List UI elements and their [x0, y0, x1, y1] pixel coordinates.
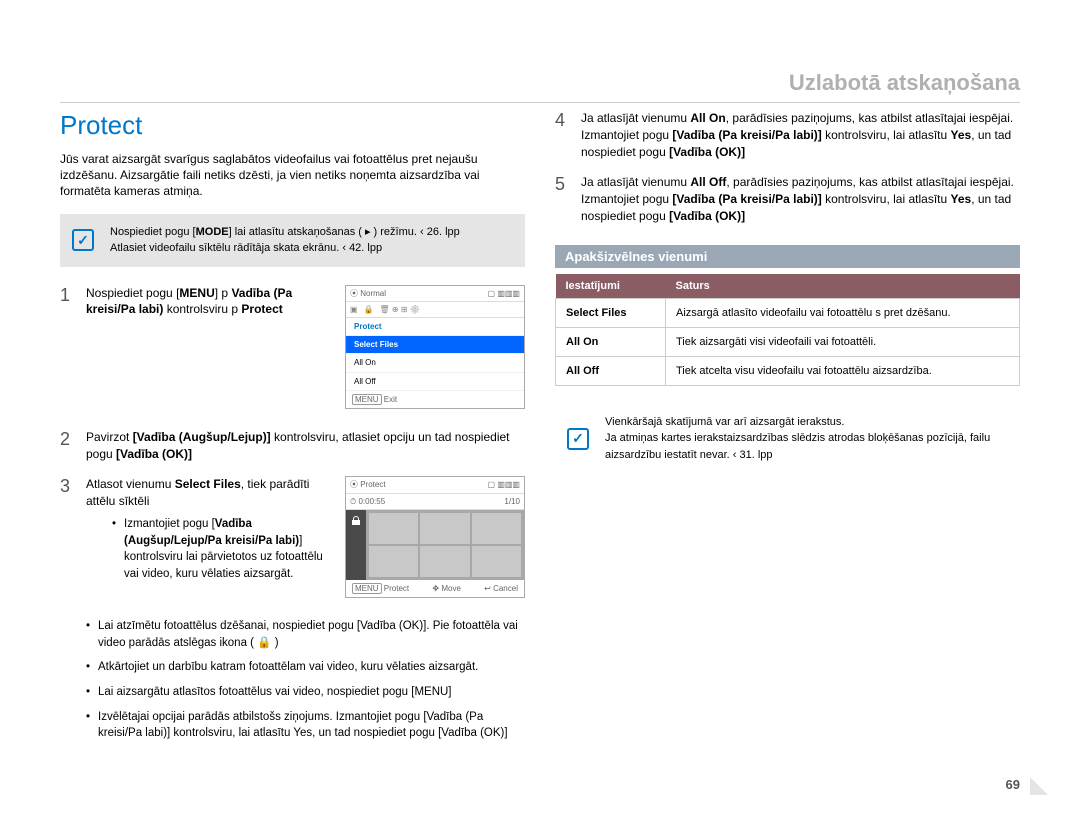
step-num-2: 2: [60, 429, 76, 463]
th-settings: Iestatījumi: [556, 274, 666, 299]
lcd1-all-on: All On: [346, 354, 524, 372]
step3-sub2: Lai atzīmētu fotoattēlus dzēšanai, nospi…: [86, 618, 525, 651]
table-row: All OnTiek aizsargāti visi videofaili va…: [556, 327, 1020, 356]
note2-line1: Vienkāršajā skatījumā var arī aizsargāt …: [605, 414, 1008, 431]
step-4: 4 Ja atlasījāt vienumu All On, parādīsie…: [555, 110, 1020, 160]
step2-text: Pavirzot [Vadība (Augšup/Lejup)] kontrol…: [86, 429, 525, 463]
left-column: Protect Jūs varat aizsargāt svarīgus sag…: [60, 70, 525, 750]
note1-line1: Nospiediet pogu [MODE] lai atlasītu atsk…: [110, 224, 513, 241]
step3-sub1: Izmantojiet pogu [Vadība (Augšup/Lejup/P…: [112, 516, 335, 583]
step-num-5: 5: [555, 174, 571, 224]
step5-text: Ja atlasījāt vienumu All Off, parādīsies…: [581, 174, 1020, 224]
section-title: Protect: [60, 110, 525, 141]
info-icon: ✓: [72, 229, 94, 251]
note1-line2: Atlasiet videofailu sīktēlu rādītāja ska…: [110, 240, 513, 257]
lcd-screenshot-2: ⦿ Protect▢ ▥▥▥ ⏱ 0:00:551/10 MENU Protec…: [345, 476, 525, 598]
info-icon: ✓: [567, 428, 589, 450]
lcd-screenshot-1: ⦿ Normal▢ ▥▥▥ ▣ 🔒 🗑 ⊕ ⊞ ⚙ Protect Select…: [345, 285, 525, 409]
step-num-3: 3: [60, 476, 76, 604]
note-box-2: ✓ Vienkāršajā skatījumā var arī aizsargā…: [555, 404, 1020, 474]
step-num-4: 4: [555, 110, 571, 160]
settings-table: Iestatījumi Saturs Select FilesAizsargā …: [555, 274, 1020, 386]
step-3: 3 Atlasot vienumu Select Files, tiek par…: [60, 476, 525, 604]
page-corner-icon: [1030, 777, 1048, 795]
lcd1-all-off: All Off: [346, 373, 524, 391]
lock-icon: [351, 516, 361, 526]
step-2: 2 Pavirzot [Vadība (Augšup/Lejup)] kontr…: [60, 429, 525, 463]
th-content: Saturs: [666, 274, 1020, 299]
page-body: Protect Jūs varat aizsargāt svarīgus sag…: [0, 0, 1080, 780]
note2-line2: Ja atmiņas kartes ierakstaizsardzības sl…: [605, 430, 1008, 463]
lcd1-select-files: Select Files: [346, 336, 524, 354]
chapter-title: Uzlabotā atskaņošana: [789, 70, 1020, 96]
right-column: 4 Ja atlasījāt vienumu All On, parādīsie…: [555, 70, 1020, 750]
step1-text: Nospiediet pogu [MENU] p Vadība (Pa krei…: [86, 285, 335, 319]
step3-sub3: Atkārtojiet un darbību katram fotoattēla…: [86, 659, 525, 676]
step3-sub5: Izvēlētajai opcijai parādās atbilstošs z…: [86, 709, 525, 742]
lcd1-protect: Protect: [346, 318, 524, 336]
table-row: All OffTiek atcelta visu videofailu vai …: [556, 356, 1020, 385]
step3-sub4: Lai aizsargātu atlasītos fotoattēlus vai…: [86, 684, 525, 701]
lcd1-tabs: ▣ 🔒 🗑 ⊕ ⊞ ⚙: [346, 302, 524, 318]
note-box-1: ✓ Nospiediet pogu [MODE] lai atlasītu at…: [60, 214, 525, 267]
table-row: Select FilesAizsargā atlasīto videofailu…: [556, 298, 1020, 327]
subheading: Apakšizvēlnes vienumi: [555, 245, 1020, 268]
step-num-1: 1: [60, 285, 76, 415]
step-1: 1 Nospiediet pogu [MENU] p Vadība (Pa kr…: [60, 285, 525, 415]
chapter-underline: [60, 102, 1020, 103]
step4-text: Ja atlasījāt vienumu All On, parādīsies …: [581, 110, 1020, 160]
step3-text: Atlasot vienumu Select Files, tiek parād…: [86, 476, 335, 590]
page-number: 69: [1006, 777, 1020, 792]
step-5: 5 Ja atlasījāt vienumu All Off, parādīsi…: [555, 174, 1020, 224]
lcd2-sidebar: [346, 510, 366, 580]
intro-paragraph: Jūs varat aizsargāt svarīgus saglabātos …: [60, 151, 525, 200]
